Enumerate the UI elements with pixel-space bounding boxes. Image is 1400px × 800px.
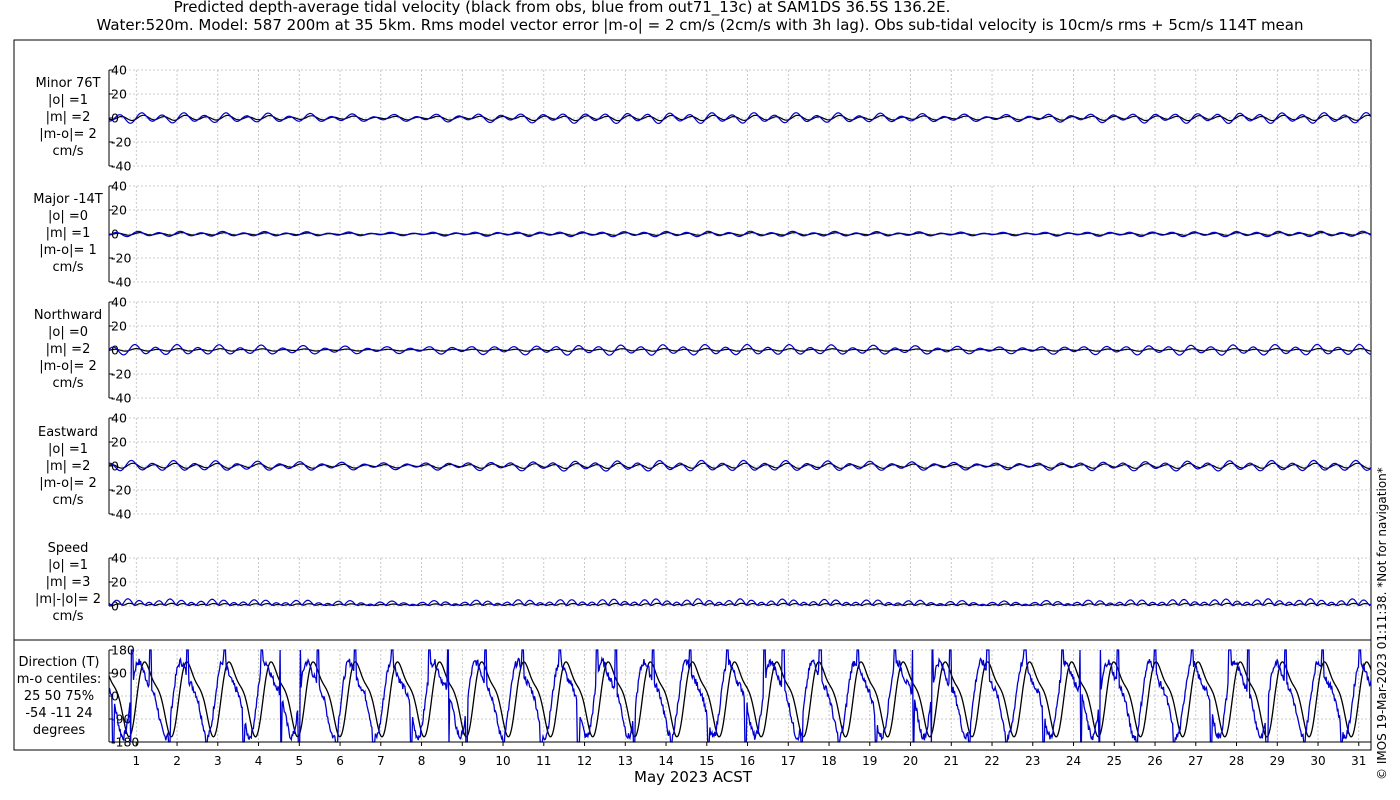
panel-label-line: |m| =2 <box>45 459 91 474</box>
x-tick-label: 5 <box>295 754 303 768</box>
x-tick-label: 26 <box>1147 754 1162 768</box>
subplot-6: 180900-90-180 <box>108 643 1372 750</box>
panel-label-line: |m| =2 <box>45 110 91 125</box>
panel-label-line: |o| =1 <box>47 442 88 457</box>
panel-label-line: |o| =0 <box>47 325 88 340</box>
x-tick-label: 12 <box>577 754 592 768</box>
panel-label-line: Northward <box>33 308 103 323</box>
x-tick-label: 29 <box>1270 754 1285 768</box>
x-tick-label: 6 <box>336 754 344 768</box>
x-tick-label: 19 <box>862 754 877 768</box>
panel-label-4: Eastward |o| =1 |m| =2 |m-o|= 2 cm/s <box>18 424 118 509</box>
subplot-1: 40200-20-40 <box>108 63 1372 174</box>
x-tick-label: 3 <box>214 754 222 768</box>
x-tick-label: 21 <box>944 754 959 768</box>
x-tick-label: 8 <box>418 754 426 768</box>
x-tick-label: 27 <box>1188 754 1203 768</box>
obs-series-line <box>108 602 1372 607</box>
panel-label-2: Major -14T |o| =0 |m| =1 |m-o|= 1 cm/s <box>18 191 118 276</box>
panel-label-line: |m-o|= 2 <box>39 476 97 491</box>
panel-label-line: m-o centiles: <box>16 672 102 687</box>
panel-label-line: -54 -11 24 <box>25 706 93 721</box>
panel-label-line: |m-o|= 2 <box>39 359 97 374</box>
panel-label-line: |o| =1 <box>47 558 88 573</box>
panel-label-line: Major -14T <box>33 192 103 207</box>
panel-label-line: |m| =3 <box>45 575 91 590</box>
x-tick-label: 16 <box>740 754 755 768</box>
x-tick-label: 7 <box>377 754 385 768</box>
x-tick-label: 1 <box>132 754 140 768</box>
x-axis: 1 2 3 4 5 6 7 8 9 10 11 12 13 14 15 16 17 18 19 20 21 22 23 24 2… <box>109 741 1371 768</box>
panel-label-6: Direction (T) m-o centiles: 25 50 75% -54 -… <box>9 654 109 739</box>
x-tick-label: 13 <box>618 754 633 768</box>
x-tick-label: 23 <box>1025 754 1040 768</box>
panel-label-3: Northward |o| =0 |m| =2 |m-o|= 2 cm/s <box>18 307 118 392</box>
x-tick-label: 20 <box>903 754 918 768</box>
x-tick-label: 30 <box>1310 754 1325 768</box>
credit-line: © IMOS 19-Mar-2023 01:11:38. *Not for na… <box>1375 467 1389 780</box>
panel-label-line: cm/s <box>52 144 84 159</box>
subplot-5: 40200 <box>108 551 1372 614</box>
x-tick-label: 24 <box>1066 754 1081 768</box>
panel-label-line: cm/s <box>52 260 84 275</box>
subplot-4: 40200-20-40 <box>108 411 1372 522</box>
panel-label-line: |m-o|= 1 <box>39 243 97 258</box>
subplot-2: 40200-20-40 <box>108 179 1372 290</box>
panel-label-line: |o| =1 <box>47 93 88 108</box>
x-tick-label: 15 <box>699 754 714 768</box>
panel-label-5: Speed |o| =1 |m| =3 |m|-|o|= 2 cm/s <box>18 540 118 625</box>
panel-label-line: cm/s <box>52 376 84 391</box>
x-tick-label: 28 <box>1229 754 1244 768</box>
y-tick-label: -40 <box>111 159 131 174</box>
y-tick-label: -40 <box>111 391 131 406</box>
x-tick-label: 17 <box>781 754 796 768</box>
panel-label-line: Speed <box>47 541 89 556</box>
panel-label-line: cm/s <box>52 609 84 624</box>
panel-label-line: |m|-|o|= 2 <box>34 592 102 607</box>
x-tick-label: 11 <box>536 754 551 768</box>
x-tick-label: 4 <box>255 754 263 768</box>
x-tick-label: 25 <box>1107 754 1122 768</box>
panel-label-line: Minor 76T <box>35 76 101 91</box>
subplot-3: 40200-20-40 <box>108 295 1372 406</box>
panel-label-1: Minor 76T |o| =1 |m| =2 |m-o|= 2 cm/s <box>18 75 118 160</box>
x-tick-label: 31 <box>1351 754 1366 768</box>
y-tick-label: 90 <box>111 666 127 681</box>
panel-label-line: degrees <box>32 723 86 738</box>
x-tick-label: 14 <box>658 754 673 768</box>
x-tick-label: 9 <box>458 754 466 768</box>
panel-label-line: cm/s <box>52 493 84 508</box>
x-tick-label: 10 <box>495 754 510 768</box>
panel-label-line: |m| =2 <box>45 342 91 357</box>
panel-label-line: |m| =1 <box>45 226 91 241</box>
panel-label-line: 25 50 75% <box>23 689 95 704</box>
panel-label-line: |o| =0 <box>47 209 88 224</box>
x-tick-label: 22 <box>984 754 999 768</box>
panel-label-line: |m-o|= 2 <box>39 127 97 142</box>
tidal-velocity-chart: 40200-20-4040200-20-4040200-20-4040200-2… <box>13 39 1372 768</box>
x-axis-label: May 2023 ACST <box>634 768 752 786</box>
x-tick-label: 2 <box>173 754 181 768</box>
panel-label-line: Eastward <box>37 425 99 440</box>
x-tick-label: 18 <box>821 754 836 768</box>
panel-label-line: Direction (T) <box>18 655 100 670</box>
y-tick-label: -40 <box>111 275 131 290</box>
